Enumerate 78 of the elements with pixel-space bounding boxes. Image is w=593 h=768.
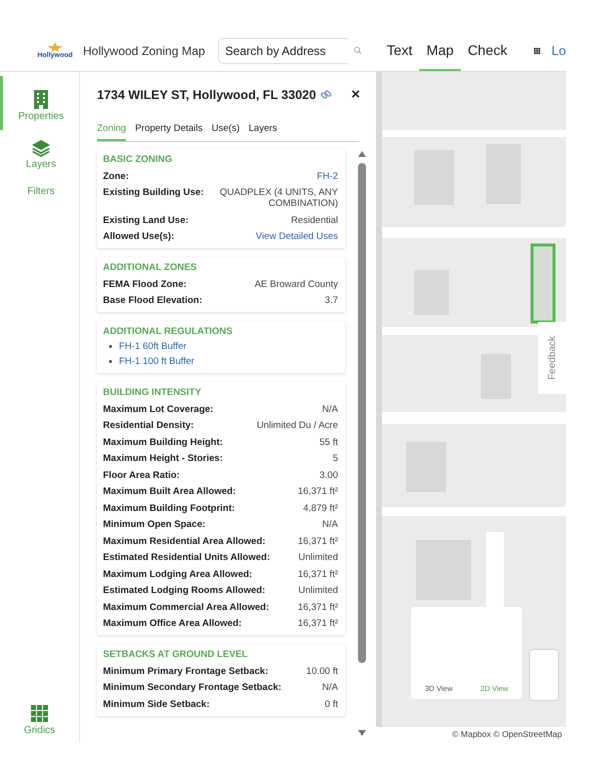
field-value: 4,879 ft² bbox=[303, 502, 338, 514]
field-value: N/A bbox=[322, 404, 338, 414]
field-label: Minimum Open Space: bbox=[103, 519, 206, 530]
field-label: Estimated Residential Units Allowed: bbox=[103, 552, 270, 563]
field-value: Unlimited bbox=[298, 585, 338, 596]
layers-icon bbox=[32, 140, 50, 157]
field-label: Minimum Side Setback: bbox=[103, 698, 210, 710]
field-label: Maximum Commercial Area Allowed: bbox=[103, 602, 270, 612]
field-value: Residential bbox=[291, 214, 338, 226]
field-label: Maximum Office Area Allowed: bbox=[103, 618, 242, 629]
field-label: Minimum Secondary Frontage Setback: bbox=[103, 682, 282, 693]
section-title: SETBACKS AT GROUND LEVEL bbox=[103, 649, 249, 660]
regulation-link[interactable]: FH-1 100 ft Buffer bbox=[119, 356, 194, 367]
login-link[interactable]: Lo bbox=[552, 43, 566, 58]
field-value: 10.00 ft bbox=[306, 666, 338, 676]
app-title: Hollywood Zoning Map bbox=[83, 44, 206, 58]
field-value: Unlimited bbox=[298, 552, 338, 563]
field-value: 16,371 ft² bbox=[298, 618, 338, 629]
bullet-icon bbox=[109, 360, 112, 363]
panel-tab[interactable]: Use(s) bbox=[212, 123, 240, 141]
property-address: 1734 WILEY ST, Hollywood, FL 33020 bbox=[97, 88, 316, 102]
link-icon[interactable] bbox=[320, 88, 332, 100]
bullet-icon bbox=[109, 345, 112, 348]
field-label: Existing Building Use: bbox=[103, 187, 204, 198]
field-value: AE Broward County bbox=[254, 278, 338, 290]
close-button[interactable]: × bbox=[351, 86, 360, 103]
field-label: Maximum Built Area Allowed: bbox=[103, 486, 236, 497]
field-value: 3.00 bbox=[320, 470, 338, 480]
sidebar-item[interactable]: Properties bbox=[0, 76, 79, 130]
field-label: Zone: bbox=[103, 170, 129, 182]
search-field[interactable]: Search by Address bbox=[218, 38, 348, 64]
field-value: 5 bbox=[332, 453, 338, 464]
field-value: 16,371 ft² bbox=[298, 568, 338, 580]
nav-tab[interactable]: Check bbox=[460, 30, 514, 71]
grid-icon bbox=[31, 705, 48, 722]
logo-icon bbox=[47, 42, 63, 52]
feedback-tab[interactable]: Feedback bbox=[538, 322, 566, 394]
field-label: Residential Density: bbox=[103, 420, 194, 431]
field-label: Maximum Lodging Area Allowed: bbox=[103, 568, 252, 580]
section-title: BASIC ZONING bbox=[103, 154, 174, 165]
field-value: Unlimited Du / Acre bbox=[256, 420, 338, 431]
brand-label: Gridics bbox=[24, 725, 56, 736]
field-label: Maximum Height - Stories: bbox=[103, 453, 223, 464]
sidebar-item[interactable]: Filters bbox=[0, 180, 79, 203]
section-title: BUILDING INTENSITY bbox=[103, 387, 202, 398]
field-label: Base Flood Elevation: bbox=[103, 295, 202, 306]
value-link[interactable]: View Detailed Uses bbox=[256, 231, 338, 242]
nav-tab[interactable]: Text bbox=[380, 30, 420, 71]
map-attribution: © Mapbox © OpenStreetMap bbox=[452, 729, 562, 739]
field-label: Maximum Residential Area Allowed: bbox=[103, 536, 266, 546]
field-label: Maximum Lot Coverage: bbox=[103, 404, 214, 414]
field-value: 16,371 ft² bbox=[298, 602, 338, 612]
scrollbar[interactable] bbox=[357, 151, 367, 736]
value-link[interactable]: FH-2 bbox=[316, 170, 338, 182]
section-title: ADDITIONAL ZONES bbox=[103, 262, 198, 273]
panel-tab[interactable]: Zoning bbox=[97, 123, 126, 141]
field-label: Maximum Building Footprint: bbox=[103, 502, 235, 514]
section-title: ADDITIONAL REGULATIONS bbox=[103, 326, 234, 337]
field-label: Existing Land Use: bbox=[103, 214, 189, 226]
field-value: 16,371 ft² bbox=[298, 486, 338, 497]
field-label: FEMA Flood Zone: bbox=[103, 278, 187, 290]
field-label: Allowed Use(s): bbox=[103, 231, 174, 242]
panel-tab[interactable]: Property Details bbox=[135, 123, 203, 141]
field-label: Minimum Primary Frontage Setback: bbox=[103, 666, 268, 676]
field-label: Maximum Building Height: bbox=[103, 436, 223, 448]
regulation-link[interactable]: FH-1 60ft Buffer bbox=[119, 341, 186, 352]
building-icon bbox=[33, 90, 49, 109]
sidebar-item[interactable]: Layers bbox=[0, 134, 79, 176]
field-value: N/A bbox=[322, 682, 338, 693]
field-value: 16,371 ft² bbox=[298, 536, 338, 546]
field-value: 3.7 bbox=[324, 295, 338, 306]
field-value: 55 ft bbox=[320, 436, 338, 448]
field-label: Floor Area Ratio: bbox=[103, 470, 180, 480]
panel-tab[interactable]: Layers bbox=[248, 123, 278, 141]
field-value: QUADPLEX (4 UNITS, ANY COMBINATION) bbox=[218, 187, 338, 209]
field-value: N/A bbox=[322, 519, 338, 530]
field-label: Estimated Lodging Rooms Allowed: bbox=[103, 585, 266, 596]
field-value: 0 ft bbox=[324, 698, 338, 710]
